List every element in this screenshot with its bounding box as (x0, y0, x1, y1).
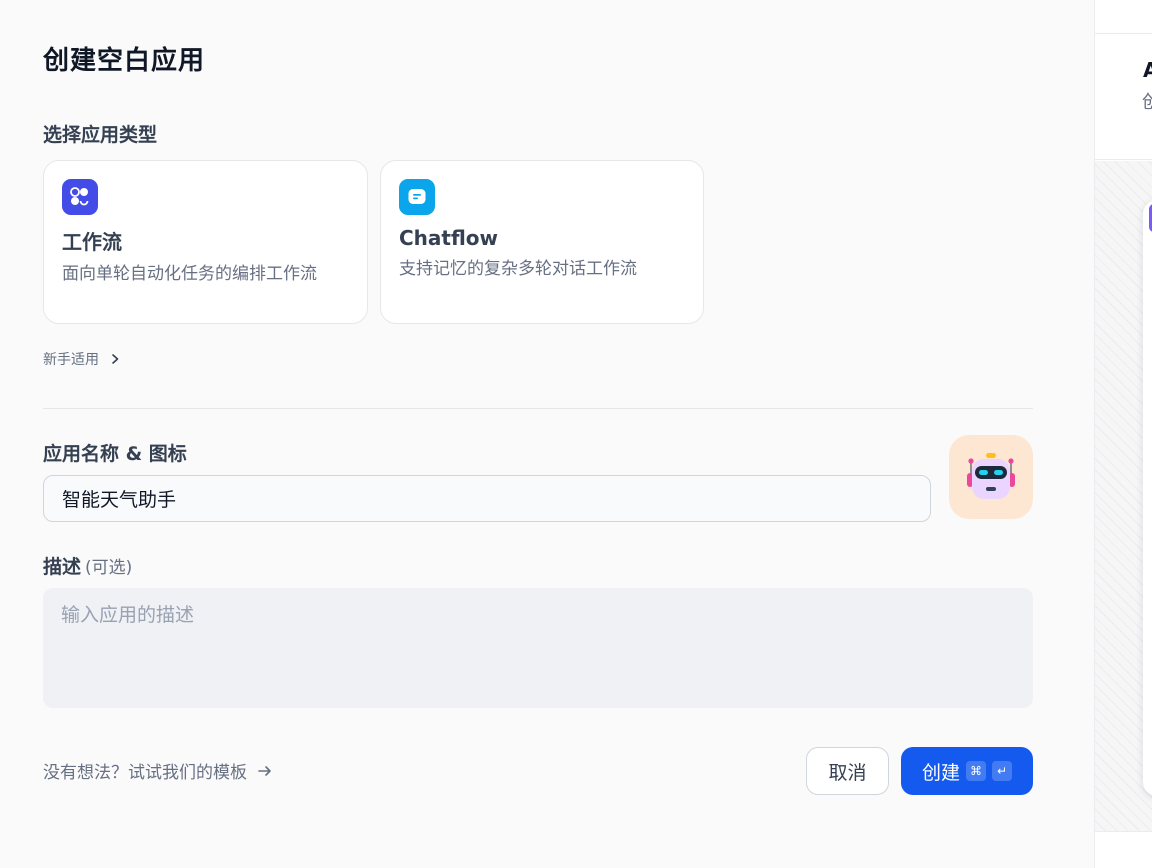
create-app-dialog: 创建空白应用 选择应用类型 工作流 面向单轮自动化任务的编排工作流 Chatfl… (0, 0, 1094, 868)
app-type-description: 面向单轮自动化任务的编排工作流 (62, 264, 317, 284)
app-type-description: 支持记忆的复杂多轮对话工作流 (399, 259, 637, 279)
command-key-badge: ⌘ (966, 761, 986, 781)
create-button[interactable]: 创建 ⌘ ↵ (901, 747, 1033, 795)
page-title: 创建空白应用 (43, 46, 206, 76)
template-link-label: 没有想法？试试我们的模板 (43, 763, 247, 783)
app-type-title: Chatflow (399, 226, 499, 250)
side-panel-footer (1095, 831, 1152, 868)
description-label: 描述 (43, 556, 82, 578)
side-panel-title: A (1143, 58, 1152, 82)
enter-key-badge: ↵ (992, 761, 1012, 781)
template-link[interactable]: 没有想法？试试我们的模板 (43, 758, 273, 783)
name-section-label: 应用名称 & 图标 (43, 443, 187, 465)
create-button-label: 创建 (921, 761, 960, 784)
divider (43, 408, 1033, 409)
app-type-title: 工作流 (62, 230, 122, 254)
app-name-input[interactable]: 智能天气助手 (43, 475, 931, 522)
beginner-toggle[interactable]: 新手适用 (43, 349, 121, 369)
side-panel-topbar (1095, 0, 1152, 34)
description-optional: (可选) (85, 558, 133, 578)
chevron-right-icon (112, 354, 119, 364)
cancel-button[interactable]: 取消 (806, 747, 889, 795)
side-panel-subtitle: 创 (1142, 88, 1152, 114)
description-section-label: 描述 (可选) (43, 552, 132, 579)
beginner-label: 新手适用 (43, 352, 99, 368)
chatflow-icon (399, 179, 435, 215)
side-panel-preview-card (1143, 200, 1152, 796)
arrow-right-icon (258, 765, 271, 776)
app-type-card-chatflow[interactable]: Chatflow 支持记忆的复杂多轮对话工作流 (380, 160, 704, 324)
app-type-card-workflow[interactable]: 工作流 面向单轮自动化任务的编排工作流 (43, 160, 368, 324)
type-section-label: 选择应用类型 (43, 124, 158, 146)
workflow-icon (62, 179, 98, 215)
robot-icon (967, 453, 1015, 499)
app-icon-picker[interactable] (949, 435, 1033, 519)
description-textarea[interactable]: 输入应用的描述 (43, 588, 1033, 708)
preview-side-panel: A 创 (1094, 0, 1152, 868)
